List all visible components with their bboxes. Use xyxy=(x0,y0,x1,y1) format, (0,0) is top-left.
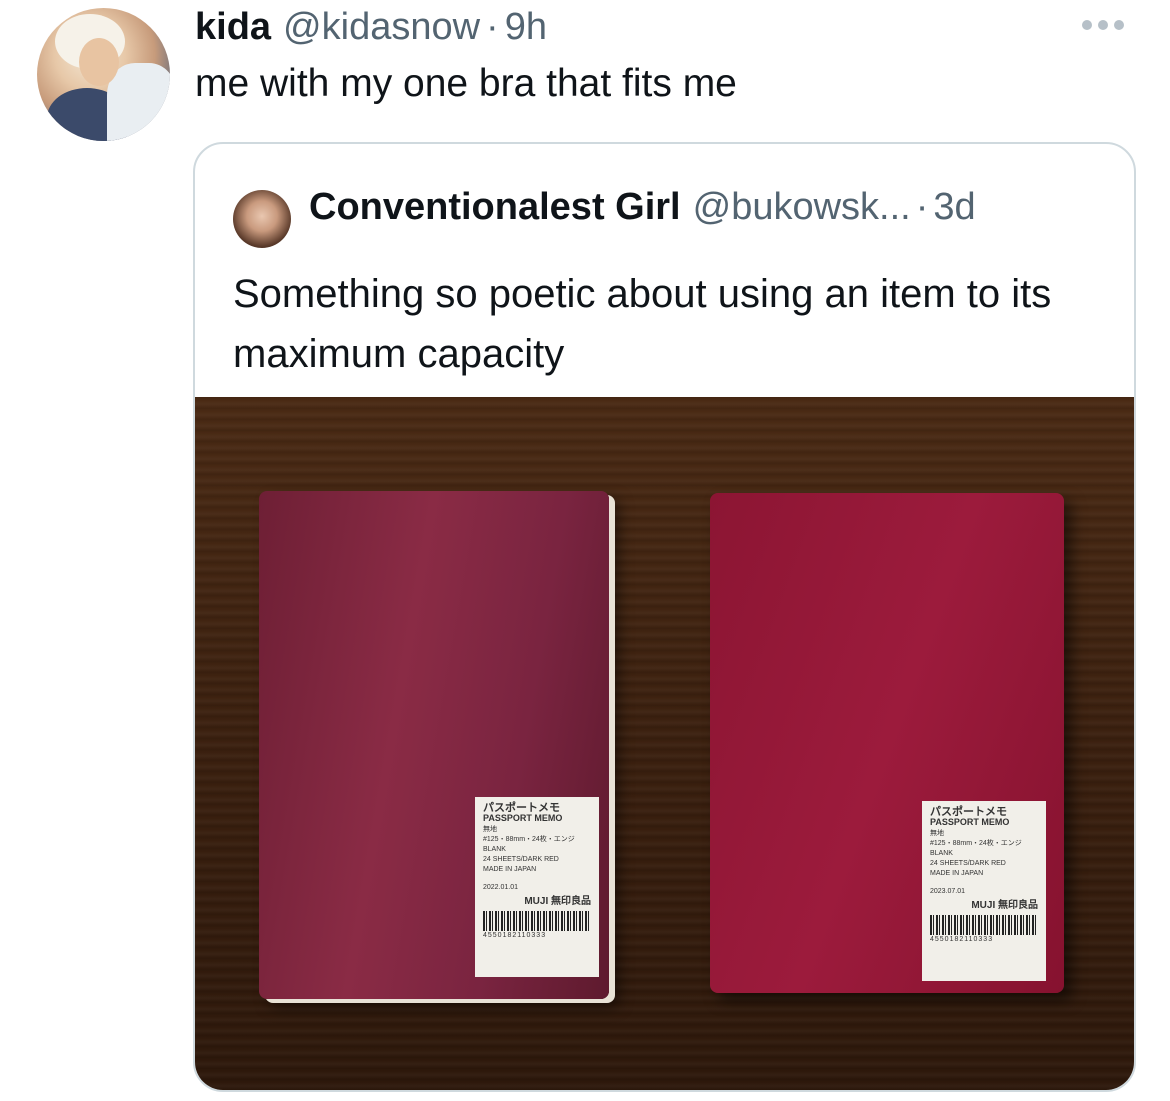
label-brand: MUJI 無印良品 xyxy=(524,896,591,907)
new-passport-memo-notebook: パスポートメモ PASSPORT MEMO 無地 #125・88mm・24枚・エ… xyxy=(710,493,1064,993)
author-display-name[interactable]: kida xyxy=(195,6,271,49)
more-dot xyxy=(1114,20,1124,30)
label-date: 2023.07.01 xyxy=(930,888,966,895)
label-line: MADE IN JAPAN xyxy=(930,870,984,877)
label-line: 無地 xyxy=(483,826,497,833)
tweet-header: kida @kidasnow · 9h xyxy=(195,6,547,52)
quoted-author-handle[interactable]: @bukowsk... xyxy=(693,186,911,229)
barcode xyxy=(930,915,1038,935)
separator-dot: · xyxy=(486,6,499,48)
label-english-title: PASSPORT MEMO xyxy=(930,817,1010,827)
label-brand: MUJI 無印良品 xyxy=(971,900,1038,911)
label-line: BLANK xyxy=(930,850,953,857)
label-japanese-title: パスポートメモ xyxy=(483,802,560,814)
quoted-tweet-text: Something so poetic about using an item … xyxy=(233,272,1052,376)
avatar-face xyxy=(79,38,119,86)
label-japanese-title: パスポートメモ xyxy=(930,806,1007,818)
avatar-shirt xyxy=(107,63,170,141)
quoted-tweet-photo[interactable]: パスポートメモ PASSPORT MEMO 無地 #125・88mm・24枚・エ… xyxy=(195,397,1134,1090)
quoted-author-avatar[interactable] xyxy=(233,190,291,248)
separator-dot: · xyxy=(915,186,929,228)
worn-passport-memo-notebook: パスポートメモ PASSPORT MEMO 無地 #125・88mm・24枚・エ… xyxy=(259,491,609,999)
tweet-timestamp[interactable]: 9h xyxy=(505,6,547,49)
more-dot xyxy=(1082,20,1092,30)
label-date: 2022.01.01 xyxy=(483,884,519,891)
label-line: #125・88mm・24枚・エンジ xyxy=(483,836,575,843)
label-line: 24 SHEETS/DARK RED xyxy=(930,860,1006,867)
label-line: 24 SHEETS/DARK RED xyxy=(483,856,559,863)
author-avatar[interactable] xyxy=(37,8,170,141)
label-line: BLANK xyxy=(483,846,506,853)
quoted-tweet-card[interactable]: Conventionalest Girl @bukowsk... · 3d So… xyxy=(193,142,1136,1092)
notebook-label: パスポートメモ PASSPORT MEMO 無地 #125・88mm・24枚・エ… xyxy=(475,797,599,977)
author-handle[interactable]: @kidasnow xyxy=(283,6,480,49)
label-english-title: PASSPORT MEMO xyxy=(483,813,563,823)
quoted-tweet-timestamp[interactable]: 3d xyxy=(933,186,975,229)
label-line: MADE IN JAPAN xyxy=(483,866,537,873)
label-line: #125・88mm・24枚・エンジ xyxy=(930,840,1022,847)
barcode-number: 4550182110333 xyxy=(930,936,994,943)
notebook-label: パスポートメモ PASSPORT MEMO 無地 #125・88mm・24枚・エ… xyxy=(922,801,1046,981)
more-options-icon[interactable] xyxy=(1082,20,1124,30)
quoted-tweet-header: Conventionalest Girl @bukowsk... · 3d xyxy=(309,186,976,229)
more-dot xyxy=(1098,20,1108,30)
label-line: 無地 xyxy=(930,830,944,837)
barcode xyxy=(483,911,591,931)
barcode-number: 4550182110333 xyxy=(483,932,547,939)
tweet-text: me with my one bra that fits me xyxy=(195,62,737,105)
quoted-author-display-name[interactable]: Conventionalest Girl xyxy=(309,186,681,229)
